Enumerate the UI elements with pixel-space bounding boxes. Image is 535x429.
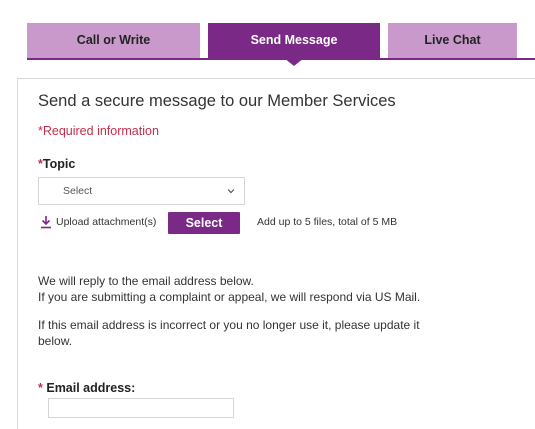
topic-dropdown[interactable]: Select xyxy=(38,177,245,205)
contact-tabs: Call or Write Send Message Live Chat xyxy=(0,23,535,68)
email-label-text: Email address: xyxy=(46,381,136,395)
tab-underline xyxy=(27,58,535,60)
incorrect-email-note: If this email address is incorrect or yo… xyxy=(38,318,420,348)
required-marker: * xyxy=(38,381,43,395)
topic-selected-value: Select xyxy=(63,185,93,197)
reply-info-line1: We will reply to the email address below… xyxy=(38,274,254,288)
topic-label: *Topic xyxy=(38,157,75,171)
required-info-note: *Required information xyxy=(38,124,159,138)
select-files-button[interactable]: Select xyxy=(168,212,240,234)
active-tab-pointer xyxy=(284,58,304,66)
email-field[interactable] xyxy=(48,398,234,418)
tab-live-chat[interactable]: Live Chat xyxy=(388,23,517,58)
topic-label-text: Topic xyxy=(42,157,76,171)
upload-row: Upload attachment(s) Select Add up to 5 … xyxy=(38,211,518,235)
send-message-page: Call or Write Send Message Live Chat Sen… xyxy=(0,0,535,429)
email-label: * Email address: xyxy=(38,381,135,395)
reply-info: We will reply to the email address below… xyxy=(38,273,420,305)
reply-info-line2: If you are submitting a complaint or app… xyxy=(38,290,421,304)
upload-hint: Add up to 5 files, total of 5 MB xyxy=(257,216,398,228)
page-title: Send a secure message to our Member Serv… xyxy=(38,92,396,110)
upload-attachment-label[interactable]: Upload attachment(s) xyxy=(56,216,156,228)
download-arrow-icon xyxy=(41,216,51,229)
tab-send-message[interactable]: Send Message xyxy=(208,23,380,58)
chevron-down-icon xyxy=(227,189,235,194)
tab-call-or-write[interactable]: Call or Write xyxy=(27,23,200,58)
